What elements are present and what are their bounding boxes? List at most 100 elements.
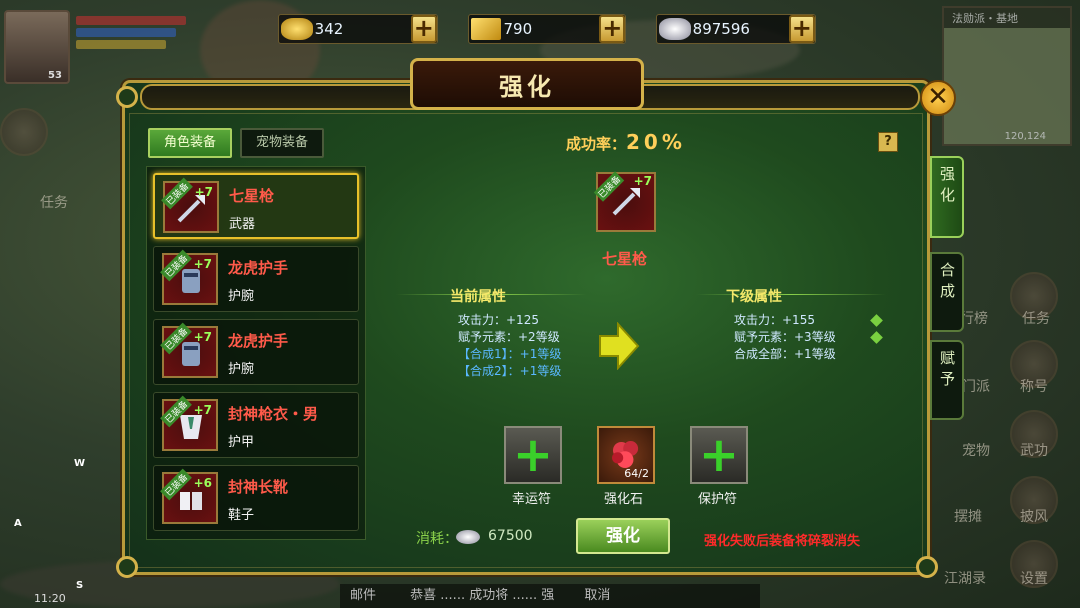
upgrade-arrow-icon xyxy=(599,322,640,370)
dpad-w[interactable]: W xyxy=(74,458,85,469)
cost-label: 消耗： xyxy=(416,531,458,547)
equipment-level: +6 xyxy=(193,476,212,490)
currency-gold: 342 + xyxy=(278,14,438,44)
equipment-name: 七星枪 xyxy=(229,187,275,205)
equipment-slot: 已装备 +6 xyxy=(160,468,218,524)
tab-endow[interactable]: 赋予 xyxy=(930,340,964,420)
corner-ornament-bl xyxy=(116,556,138,578)
dpad-s[interactable]: S xyxy=(76,580,83,591)
mp-bar xyxy=(76,28,176,37)
add-icon: + xyxy=(512,427,554,483)
auto-skill-icon[interactable] xyxy=(0,108,48,156)
equipment-level: +7 xyxy=(193,330,212,344)
add-icon: + xyxy=(698,427,740,483)
equipment-level: +7 xyxy=(193,403,212,417)
equipment-name: 龙虎护手 xyxy=(228,259,289,277)
current-attr-2: 【合成1】：+1等级 xyxy=(458,347,562,361)
minimap[interactable]: 法勋派・基地 120,124 xyxy=(942,6,1072,146)
equipment-type: 护甲 xyxy=(228,435,255,450)
equipment-item[interactable]: 已装备 +7 封神枪衣・男 护甲 xyxy=(153,392,359,458)
equipment-item[interactable]: 已装备 +7 七星枪武器 xyxy=(153,173,359,239)
enhance-stone-label: 强化石 xyxy=(604,492,644,507)
cost-value: 67500 xyxy=(488,528,533,544)
hp-bar xyxy=(76,16,186,25)
exp-bar xyxy=(76,40,166,49)
equipment-type: 武器 xyxy=(229,217,256,232)
help-button[interactable]: ? xyxy=(878,132,898,152)
current-attr-heading: 当前属性 xyxy=(450,289,506,305)
enhance-stone-count: 64/2 xyxy=(624,467,649,480)
corner-ornament-br xyxy=(916,556,938,578)
panel-title-plate: 强化 xyxy=(410,58,644,110)
failure-warning: 强化失败后装备将碎裂消失 xyxy=(704,534,861,549)
equipment-slot: 已装备 +7 xyxy=(160,249,218,305)
next-attr-1: 赋予元素：+3等级 xyxy=(734,330,836,344)
protect-charm-slot[interactable]: + xyxy=(690,426,748,484)
equipment-item[interactable]: 已装备 +7 龙虎护手护腕 xyxy=(153,246,359,312)
luck-charm-label: 幸运符 xyxy=(512,492,552,507)
add-gold-button[interactable]: + xyxy=(410,15,437,43)
mail-label[interactable]: 邮件 xyxy=(350,588,376,603)
equipment-slot: 已装备 +7 xyxy=(160,395,218,451)
side-label-sect: 门派 xyxy=(962,379,990,395)
gold-ingot-icon xyxy=(281,18,313,40)
next-attr-2: 合成全部：+1等级 xyxy=(734,347,836,361)
player-status-bars xyxy=(76,16,196,52)
tab-character-equipment[interactable]: 角色装备 xyxy=(148,128,233,158)
tab-pet-equipment[interactable]: 宠物装备 xyxy=(240,128,325,158)
tab-enhance-label: 强化 xyxy=(938,166,956,208)
clock: 11:20 xyxy=(34,592,66,605)
equipment-list: 已装备 +7 七星枪 武器 已装备 +7 龙虎护手 护腕 已装备 +7 龙虎护手 护腕 已装备 +7 封神枪… xyxy=(146,166,366,540)
chat-cancel[interactable]: 取消 xyxy=(584,588,610,603)
equipment-level: +7 xyxy=(194,185,213,199)
panel-title: 强化 xyxy=(499,72,555,101)
side-label-kungfu: 武功 xyxy=(1020,443,1048,459)
enhance-button[interactable]: 强化 xyxy=(576,518,670,554)
add-ingot-button[interactable]: + xyxy=(599,15,625,43)
quest-tracker-label[interactable]: 任务 xyxy=(40,192,68,212)
protect-charm-label: 保护符 xyxy=(698,492,738,507)
side-label-jianghu: 江湖录 xyxy=(944,571,986,587)
equipment-item[interactable]: 已装备 +6 封神长靴 鞋子 xyxy=(153,465,359,531)
silver-icon xyxy=(456,530,480,544)
luck-charm-slot[interactable]: + xyxy=(504,426,562,484)
equipment-item[interactable]: 已装备 +7 龙虎护手 护腕 xyxy=(153,319,359,385)
side-label-quest: 任务 xyxy=(1022,311,1050,327)
currency-ingot: 790 + xyxy=(468,14,626,44)
enhance-stone-slot[interactable]: 64/2 xyxy=(597,426,655,484)
gold-bar-icon xyxy=(471,18,502,40)
tab-synthesize-label: 合成 xyxy=(938,262,956,304)
minimap-coords: 120,124 xyxy=(1004,131,1046,142)
tab-synthesize[interactable]: 合成 xyxy=(930,252,964,332)
gold-value: 342 xyxy=(314,20,344,38)
current-attr-0: 攻击力：+125 xyxy=(458,313,539,327)
chat-bar[interactable]: 邮件 恭喜 ...... 成功将 ...... 强 取消 xyxy=(340,584,760,608)
next-attr-0: 攻击力：+155 xyxy=(734,313,815,327)
success-rate-label: 成功率： xyxy=(566,135,627,153)
success-rate-value: 20% xyxy=(626,130,686,154)
side-label-cape: 披风 xyxy=(1020,509,1048,525)
equipment-level: +7 xyxy=(193,257,212,271)
player-level: 53 xyxy=(48,70,62,81)
equipment-name: 龙虎护手 xyxy=(228,332,289,350)
equipment-name: 封神枪衣・男 xyxy=(228,405,319,423)
currency-silver: 897596 + xyxy=(656,14,816,44)
equipment-type: 护腕 xyxy=(228,362,255,377)
selected-item-level: +7 xyxy=(633,174,652,188)
next-attr-heading: 下级属性 xyxy=(726,289,782,305)
close-button[interactable]: ✕ xyxy=(920,80,956,116)
equipment-type: 护腕 xyxy=(228,289,255,304)
chat-message: 恭喜 ...... 成功将 ...... 强 xyxy=(410,588,555,603)
add-silver-button[interactable]: + xyxy=(788,15,815,43)
side-label-ranking: 行榜 xyxy=(960,311,988,327)
side-label-settings: 设置 xyxy=(1020,571,1048,587)
minimap-title: 法勋派・基地 xyxy=(944,8,1070,28)
current-attr-1: 赋予元素：+2等级 xyxy=(458,330,560,344)
equipment-type: 鞋子 xyxy=(228,508,255,523)
silver-value: 897596 xyxy=(692,20,750,38)
dpad-a[interactable]: A xyxy=(14,518,22,529)
tab-enhance[interactable]: 强化 xyxy=(930,156,964,238)
equipment-slot: 已装备 +7 xyxy=(161,177,219,233)
silver-ingot-icon xyxy=(659,18,691,40)
side-label-pet: 宠物 xyxy=(962,443,990,459)
